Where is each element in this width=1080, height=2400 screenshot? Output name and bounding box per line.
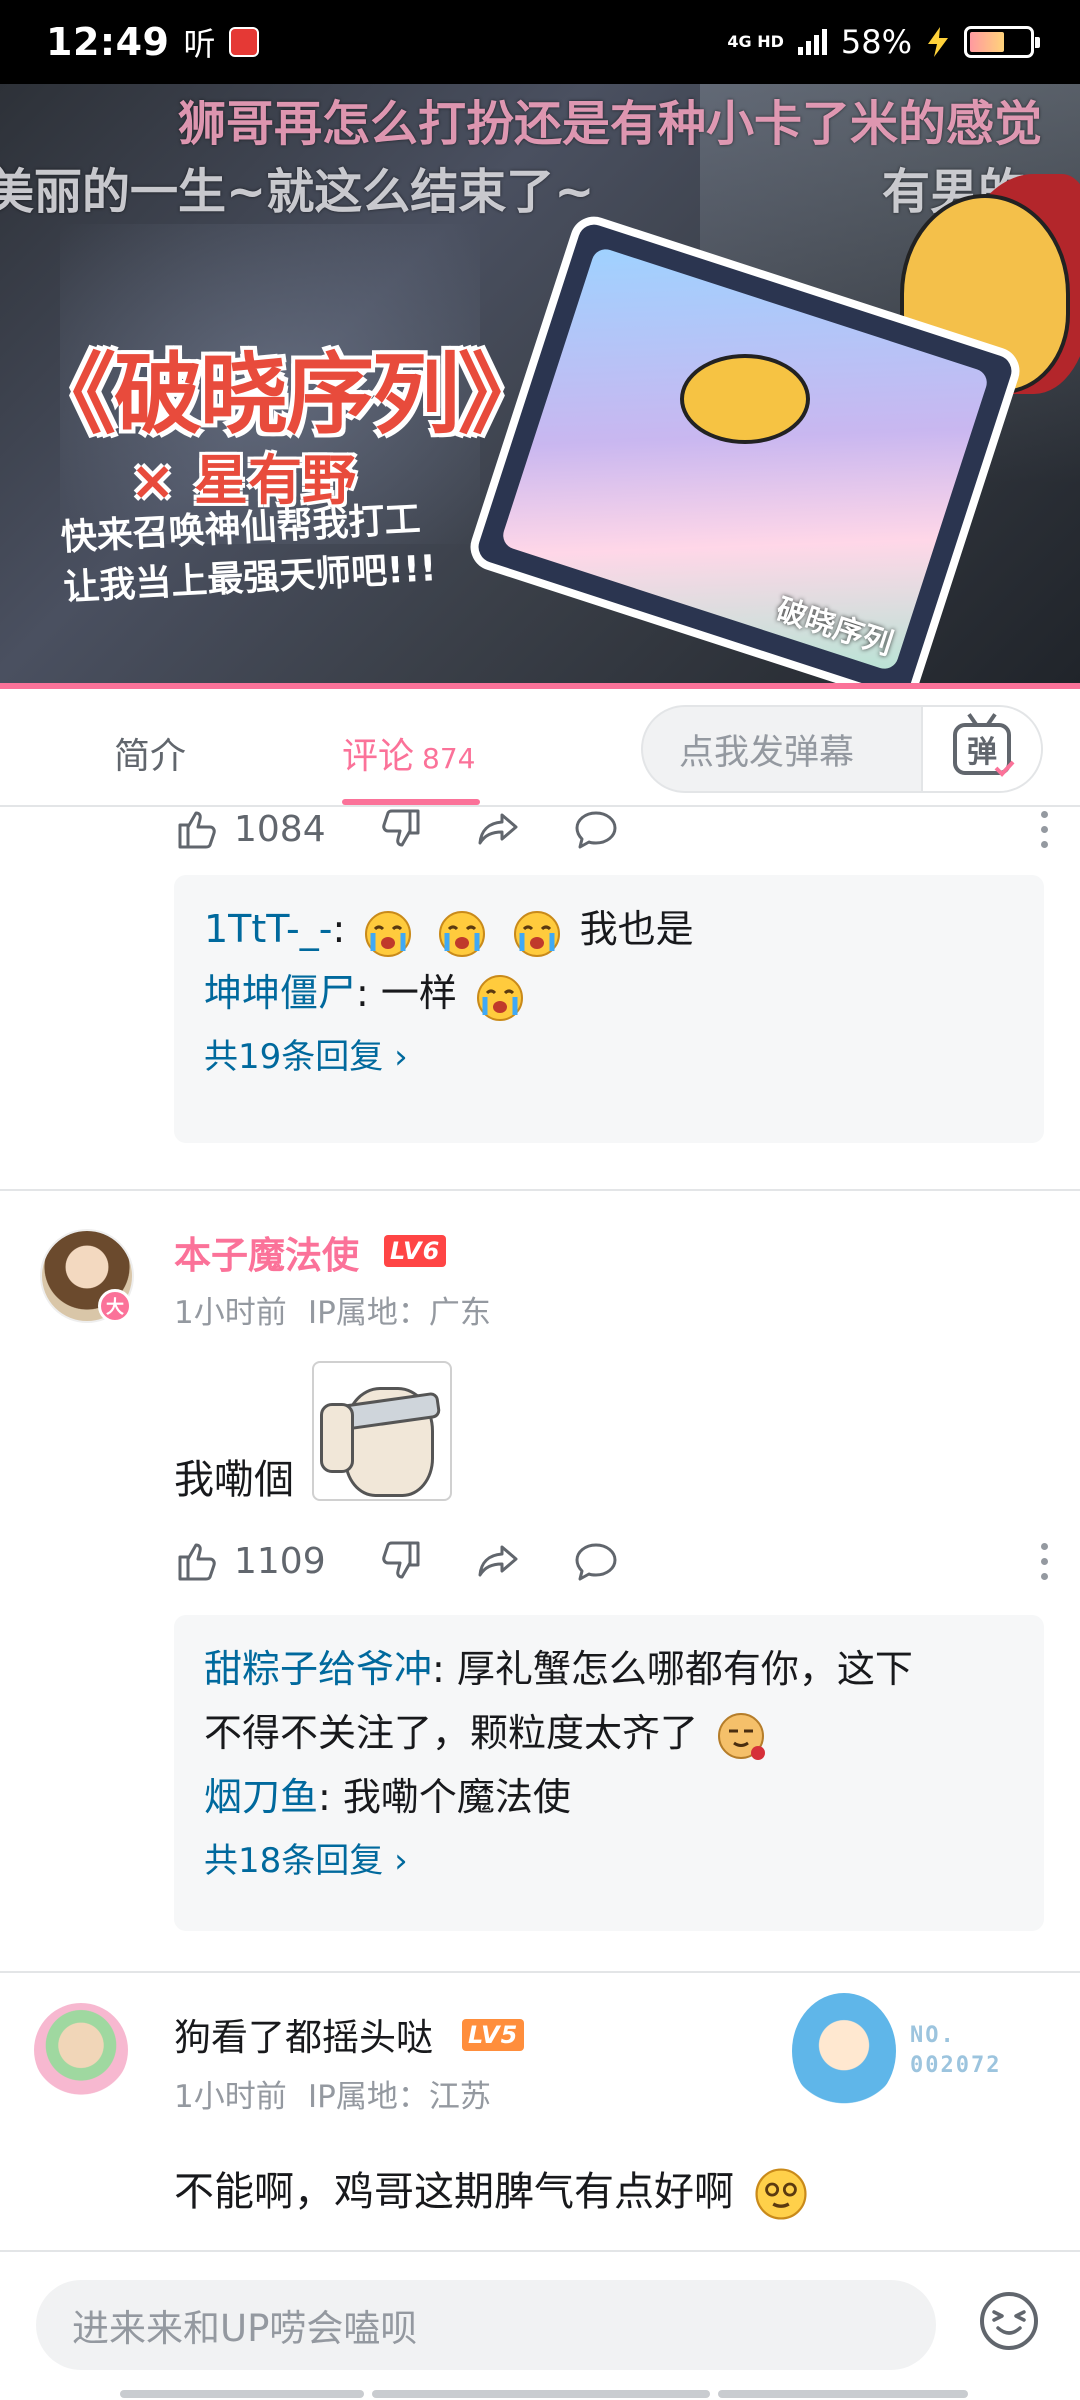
- like-count: 1109: [234, 1540, 326, 1582]
- crying-emoji-icon: [365, 910, 412, 957]
- thumbs-up-icon: [178, 1543, 216, 1581]
- tab-intro[interactable]: 简介: [114, 727, 186, 779]
- thumbs-down-icon: [381, 1541, 420, 1579]
- reply-item: 烟刀鱼: 我嘞个魔法使: [204, 1775, 571, 1819]
- reply-item: 甜粽子给爷冲: 厚礼蟹怎么哪都有你，这下: [204, 1647, 913, 1691]
- reply-item: 1TtT-_-: 我也是: [204, 897, 1014, 961]
- gesture-bar: [120, 2390, 968, 2398]
- reply-text-continued: 不得不关注了，颗粒度太齐了: [204, 1711, 699, 1755]
- reply-username[interactable]: 甜粽子给爷冲: [204, 1647, 432, 1691]
- reply-text: 我嘞个魔法使: [342, 1775, 571, 1819]
- status-bar: 12:49 听 4G HD 58%: [0, 0, 1080, 84]
- comment-bubble-icon: [575, 811, 617, 849]
- tabs-bar: 简介 评论 874 点我发弹幕 弹: [0, 689, 1080, 807]
- reply-item-continued: 不得不关注了，颗粒度太齐了: [204, 1701, 1014, 1765]
- reply-button[interactable]: [572, 807, 620, 853]
- share-icon: [478, 1545, 518, 1577]
- reply-username[interactable]: 1TtT-_-: [204, 907, 332, 951]
- comment-divider: [0, 1189, 1080, 1191]
- thumbs-down-icon: [381, 809, 420, 847]
- check-icon: [994, 760, 1015, 777]
- view-more-replies-link[interactable]: 共19条回复 ›: [204, 1029, 1014, 1085]
- reply-text: 我也是: [579, 907, 694, 951]
- battery-icon: [964, 26, 1040, 58]
- comment-ip: IP属地：广东: [308, 1295, 491, 1331]
- reply-username[interactable]: 烟刀鱼: [204, 1775, 318, 1819]
- comment-username[interactable]: 狗看了都摇头哒: [174, 2007, 433, 2061]
- like-button[interactable]: 1109: [174, 1537, 326, 1585]
- status-ting-label: 听: [183, 25, 216, 63]
- reply-text: 厚礼蟹怎么哪都有你，这下: [456, 1647, 913, 1691]
- danmaku-input-placeholder: 点我发弹幕: [679, 732, 855, 773]
- reply-item: 坤坤僵尸: 一样: [204, 961, 1014, 1025]
- reply-text: 一样: [380, 971, 457, 1015]
- reply-preview-box[interactable]: 甜粽子给爷冲: 厚礼蟹怎么哪都有你，这下 不得不关注了，颗粒度太齐了 烟刀鱼: …: [174, 1615, 1044, 1931]
- doge-rose-emoji-icon: [718, 1712, 766, 1760]
- reply-username[interactable]: 坤坤僵尸: [204, 971, 356, 1015]
- status-time: 12:49: [46, 20, 170, 64]
- notification-app-icon: [229, 27, 260, 57]
- crying-emoji-icon: [513, 910, 560, 957]
- dislike-button[interactable]: [376, 807, 424, 853]
- avatar-badge: 大: [98, 1289, 132, 1323]
- fan-medal-badge[interactable]: NO. 002072: [792, 1993, 999, 2113]
- comments-count: 874: [422, 742, 476, 775]
- reply-preview-box[interactable]: 1TtT-_-: 我也是 坤坤僵尸: 一样 共19条回复 ›: [174, 875, 1044, 1143]
- view-more-replies-link[interactable]: 共18条回复 ›: [204, 1833, 1014, 1889]
- level-badge: LV5: [462, 2019, 525, 2051]
- comment-bubble-icon: [575, 1543, 617, 1581]
- comment-username[interactable]: 本子魔法使: [174, 1225, 359, 1279]
- charging-bolt-icon: [928, 27, 948, 57]
- signal-icon: [797, 29, 827, 55]
- more-options-icon[interactable]: [1034, 810, 1054, 848]
- fan-number: NO. 002072: [910, 2023, 1002, 2078]
- video-caption: 快来召唤神仙帮我打工 让我当上最强天师吧!!!: [59, 498, 438, 609]
- comment-ip: IP属地：江苏: [308, 2079, 491, 2115]
- level-badge: LV6: [384, 1235, 447, 1267]
- comment-content: 我嘞個: [174, 1457, 294, 1503]
- share-button[interactable]: [474, 807, 522, 853]
- comment-time: 1小时前: [174, 2079, 287, 2115]
- comment-content: 不能啊，鸡哥这期脾气有点好啊: [174, 2159, 815, 2224]
- comment-sticker-image[interactable]: [312, 1361, 452, 1501]
- crying-emoji-icon: [477, 974, 524, 1021]
- video-title-art: 《破晓序列》: [28, 342, 546, 446]
- like-button[interactable]: 1084: [174, 807, 326, 853]
- hand-illustration: [680, 354, 810, 444]
- like-count: 1084: [234, 808, 326, 850]
- user-avatar[interactable]: [34, 2003, 128, 2097]
- tab-comments[interactable]: 评论 874: [342, 727, 475, 779]
- danmaku-toggle-button[interactable]: 弹: [921, 707, 1041, 791]
- comment-actions: 1109: [174, 1531, 1054, 1591]
- dizzy-face-emoji-icon: [755, 2168, 807, 2220]
- dislike-button[interactable]: [376, 1537, 424, 1585]
- danmaku-item: 狮哥再怎么打扮还是有种小卡了米的感觉: [178, 96, 1043, 152]
- thumbs-up-icon: [178, 811, 216, 849]
- comment-time: 1小时前: [174, 1295, 287, 1331]
- danmaku-item: 美丽的一生~就这么结束了~: [0, 164, 595, 220]
- comment-list[interactable]: 1084 1TtT-_-: 我也是 坤坤僵尸: 一样 共19条回复 › 大 本子…: [0, 807, 1080, 2250]
- comment-actions: 1084: [174, 807, 1054, 859]
- danmaku-tv-icon: 弹: [953, 723, 1015, 777]
- comment-divider: [0, 1971, 1080, 1973]
- fan-medal-avatar: [792, 1993, 896, 2109]
- video-player[interactable]: 狮哥再怎么打扮还是有种小卡了米的感觉 美丽的一生~就这么结束了~ 有男的， 《破…: [0, 84, 1080, 689]
- comment-input-bar: 进来来和UP唠会嗑呗: [0, 2250, 1080, 2400]
- network-type-label: 4G HD: [727, 32, 784, 51]
- comment-input[interactable]: 进来来和UP唠会嗑呗: [36, 2280, 936, 2370]
- share-button[interactable]: [474, 1537, 522, 1585]
- active-tab-indicator: [342, 799, 480, 805]
- battery-percent: 58%: [840, 23, 912, 61]
- reply-button[interactable]: [572, 1537, 620, 1585]
- crying-emoji-icon: [439, 910, 486, 957]
- share-icon: [478, 813, 518, 845]
- danmaku-input[interactable]: 点我发弹幕 弹: [641, 705, 1043, 793]
- comment-input-placeholder: 进来来和UP唠会嗑呗: [72, 2307, 418, 2350]
- more-options-icon[interactable]: [1034, 1542, 1054, 1580]
- tab-comments-label: 评论: [342, 736, 415, 777]
- emoji-picker-icon[interactable]: [978, 2290, 1040, 2352]
